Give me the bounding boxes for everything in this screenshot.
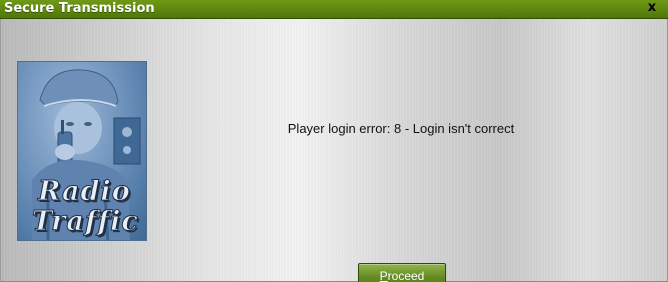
secure-transmission-dialog: Secure Transmission x Radio Traffic Play… <box>0 0 668 282</box>
close-button[interactable]: x <box>644 0 660 18</box>
emblem-text-line1: Radio <box>38 176 131 208</box>
emblem-text-line2: Traffic <box>32 206 139 238</box>
proceed-button[interactable]: Proceed <box>358 263 446 282</box>
radio-traffic-emblem: Radio Traffic <box>17 61 147 241</box>
proceed-mnemonic: P <box>379 269 388 282</box>
dialog-body: Radio Traffic Player login error: 8 - Lo… <box>0 19 668 282</box>
title-bar[interactable]: Secure Transmission x <box>0 0 668 19</box>
proceed-label: roceed <box>387 269 425 282</box>
error-message: Player login error: 8 - Login isn't corr… <box>287 121 515 136</box>
window-title: Secure Transmission <box>4 1 155 16</box>
